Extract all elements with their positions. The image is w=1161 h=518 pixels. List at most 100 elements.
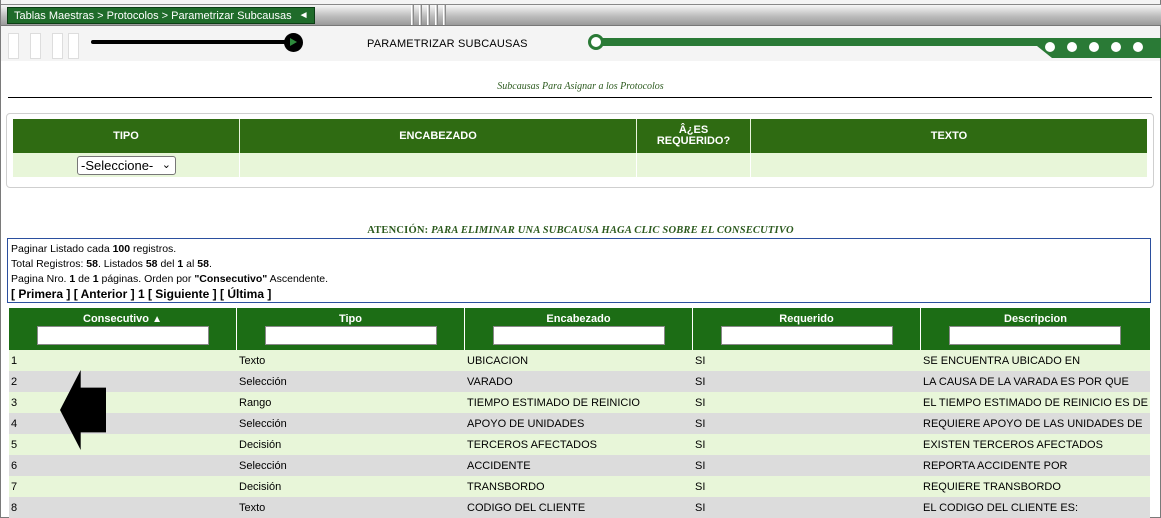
chevron-down-icon[interactable]: ⌄: [162, 158, 171, 171]
form-cell-texto[interactable]: [751, 153, 1147, 177]
cell-encabezado: APOYO DE UNIDADES: [467, 417, 585, 430]
last-page-link[interactable]: [ Última ]: [220, 287, 271, 301]
filter-consecutivo-input[interactable]: [37, 326, 209, 345]
col-encabezado[interactable]: Encabezado: [465, 308, 693, 350]
text: registros.: [130, 243, 177, 255]
cell-encabezado: TERCEROS AFECTADOS: [467, 438, 597, 451]
filter-requerido-input[interactable]: [721, 326, 893, 345]
text: de: [75, 273, 93, 285]
col-descripcion[interactable]: Descripcion: [921, 308, 1150, 350]
cell-encabezado: TRANSBORDO: [467, 480, 545, 493]
cell-tipo: Selección: [239, 375, 287, 388]
cell-tipo: Selección: [239, 417, 287, 430]
text: al: [183, 258, 198, 270]
cell-consecutivo[interactable]: 4: [9, 418, 237, 430]
cell-consecutivo[interactable]: 5: [9, 439, 237, 451]
cell-requerido: SI: [695, 417, 706, 430]
cell-descripcion: REQUIERE TRANSBORDO: [923, 480, 1061, 493]
text: Paginar Listado cada: [11, 243, 113, 255]
col-tipo[interactable]: Tipo: [237, 308, 465, 350]
sort-asc-icon[interactable]: ▲: [152, 314, 162, 325]
table-row: 4 Selección APOYO DE UNIDADES SI REQUIERE AP…: [9, 413, 1150, 434]
collapse-arrow-icon[interactable]: ◄: [299, 10, 309, 21]
cell-consecutivo[interactable]: 2: [9, 376, 237, 388]
filter-tipo-input[interactable]: [265, 326, 437, 345]
col-descripcion-label[interactable]: Descripcion: [1004, 313, 1067, 325]
order-field: "Consecutivo": [194, 273, 268, 285]
cell-requerido: SI: [695, 501, 706, 514]
header-slider-track: [91, 40, 291, 44]
pagination-box: Paginar Listado cada 100 registros. Tota…: [7, 238, 1151, 303]
listed-records: 58: [145, 258, 158, 270]
subcausas-table: Consecutivo ▲ Tipo Encabezado Requerido …: [9, 308, 1150, 518]
first-page-link[interactable]: [ Primera ]: [11, 287, 70, 301]
page-title: PARAMETRIZAR SUBCAUSAS: [367, 38, 528, 50]
total-records: 58: [86, 258, 98, 270]
ring-icon: [588, 34, 604, 50]
form-cell-requerido[interactable]: [637, 153, 751, 177]
cell-requerido: SI: [695, 354, 706, 367]
text: páginas. Orden por: [98, 273, 195, 285]
delete-notice: ATENCIÓN: PARA ELIMINAR UNA SUBCAUSA HAG…: [0, 225, 1161, 236]
cell-encabezado: CODIGO DEL CLIENTE: [467, 501, 586, 514]
cell-tipo: Texto: [239, 501, 266, 514]
grip-line: [419, 5, 422, 25]
cell-descripcion: LA CAUSA DE LA VARADA ES POR QUE: [923, 375, 1129, 388]
table-header: Consecutivo ▲ Tipo Encabezado Requerido …: [9, 308, 1150, 350]
play-icon: [284, 33, 303, 52]
cell-descripcion: REPORTA ACCIDENTE POR: [923, 459, 1068, 472]
breadcrumb-text[interactable]: Tablas Maestras > Protocolos > Parametri…: [14, 10, 292, 22]
cell-consecutivo[interactable]: 8: [9, 502, 237, 514]
cell-consecutivo[interactable]: 3: [9, 397, 237, 409]
breadcrumb[interactable]: Tablas Maestras > Protocolos > Parametri…: [7, 7, 315, 24]
grip-line: [427, 5, 430, 25]
col-consecutivo-label[interactable]: Consecutivo: [83, 313, 149, 325]
text: Pagina Nro.: [11, 273, 70, 285]
filter-encabezado-input[interactable]: [493, 326, 665, 345]
cell-requerido: SI: [695, 459, 706, 472]
tipo-select[interactable]: -Seleccione- ⌄: [77, 156, 176, 175]
table-row: 2 Selección VARADO SI LA CAUSA DE LA VARADA …: [9, 371, 1150, 392]
notice-prefix: ATENCIÓN:: [367, 225, 429, 236]
form-col-tipo: TIPO: [13, 119, 240, 153]
cell-tipo: Rango: [239, 396, 272, 409]
filter-descripcion-input[interactable]: [949, 326, 1121, 345]
col-encabezado-label[interactable]: Encabezado: [546, 313, 610, 325]
cell-tipo: Decisión: [239, 480, 282, 493]
col-tipo-label[interactable]: Tipo: [339, 313, 362, 325]
cell-encabezado: VARADO: [467, 375, 513, 388]
cell-consecutivo[interactable]: 7: [9, 481, 237, 493]
cell-descripcion: EL CODIGO DEL CLIENTE ES:: [923, 501, 1079, 514]
cell-encabezado: TIEMPO ESTIMADO DE REINICIO: [467, 396, 640, 409]
next-page-link[interactable]: [ Siguiente ]: [148, 287, 217, 301]
cell-tipo: Decisión: [239, 438, 282, 451]
pagination-size-line: Paginar Listado cada 100 registros.: [11, 242, 1150, 257]
section-subtitle: Subcausas Para Asignar a los Protocolos: [497, 81, 664, 92]
col-consecutivo[interactable]: Consecutivo ▲: [9, 308, 237, 350]
cell-tipo: Selección: [239, 459, 287, 472]
current-page-number: 1: [137, 287, 145, 301]
text: del: [157, 258, 178, 270]
to-record: 58: [197, 258, 209, 270]
cell-consecutivo[interactable]: 1: [9, 355, 237, 367]
divider: [8, 97, 1152, 98]
cell-encabezado: UBICACION: [467, 354, 529, 367]
col-requerido-label[interactable]: Requerido: [779, 313, 833, 325]
cell-descripcion: REQUIERE APOYO DE LAS UNIDADES DE: [923, 417, 1143, 430]
prev-page-link[interactable]: [ Anterior ]: [74, 287, 135, 301]
table-row: 3 Rango TIEMPO ESTIMADO DE REINICIO SI EL TI…: [9, 392, 1150, 413]
col-requerido[interactable]: Requerido: [693, 308, 921, 350]
cell-encabezado: ACCIDENTE: [467, 459, 531, 472]
cell-tipo: Texto: [239, 354, 266, 367]
form-col-encabezado: ENCABEZADO: [240, 119, 637, 153]
pagination-nav: [ Primera ] [ Anterior ] 1 [ Siguiente ]…: [11, 287, 1150, 301]
form-cell-encabezado[interactable]: [240, 153, 637, 177]
form-col-requerido-line2: REQUERIDO?: [656, 135, 731, 147]
cell-descripcion: SE ENCUENTRA UBICADO EN: [923, 354, 1081, 367]
tipo-select-value[interactable]: -Seleccione-: [81, 158, 153, 173]
text: .: [208, 258, 212, 270]
table-row: 6 Selección ACCIDENTE SI REPORTA ACCIDENTE P…: [9, 455, 1150, 476]
table-row: 8 Texto CODIGO DEL CLIENTE SI EL CODIGO DEL …: [9, 497, 1150, 518]
cell-consecutivo[interactable]: 6: [9, 460, 237, 472]
table-row: 7 Decisión TRANSBORDO SI REQUIERE TRANSBORDO: [9, 476, 1150, 497]
